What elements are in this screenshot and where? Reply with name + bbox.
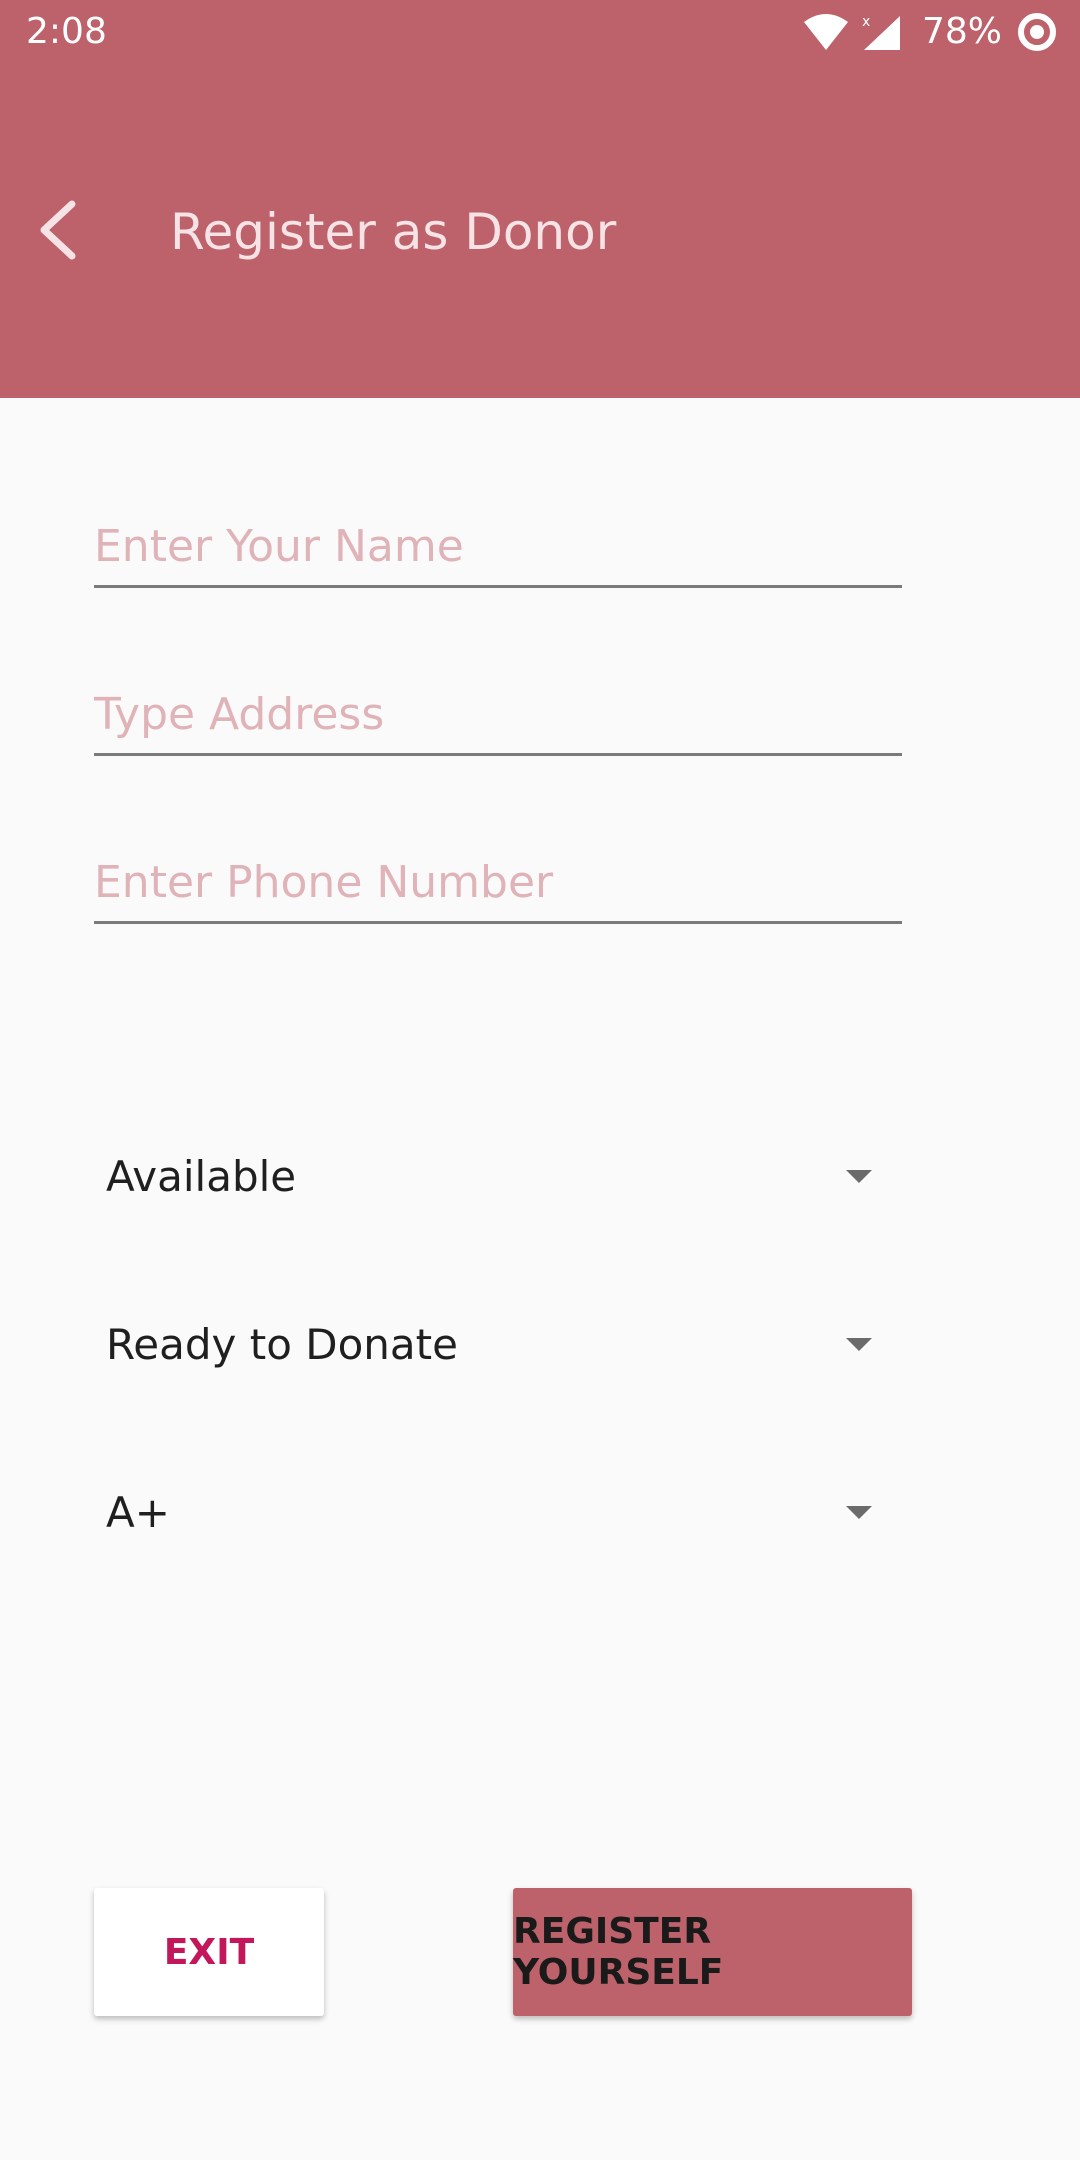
availability-value: Available — [106, 1151, 297, 1201]
register-button[interactable]: REGISTER YOURSELF — [513, 1888, 912, 2016]
back-button[interactable] — [30, 196, 86, 264]
blood-group-value: A+ — [106, 1487, 170, 1537]
signal-icon: x — [860, 12, 904, 52]
name-field[interactable] — [94, 508, 902, 588]
phone-input[interactable] — [94, 844, 902, 920]
blood-group-spinner[interactable]: A+ — [94, 1462, 874, 1562]
battery-percentage: 78% — [921, 11, 1002, 52]
availability-spinner[interactable]: Available — [94, 1126, 874, 1226]
back-arrow-icon — [40, 200, 76, 260]
app-bar: 2:08 x 78% Register as Donor — [0, 0, 1080, 398]
wifi-icon — [802, 12, 850, 52]
donation-status-value: Ready to Donate — [106, 1319, 458, 1369]
dropdown-arrow-icon — [846, 1170, 872, 1183]
donation-status-spinner[interactable]: Ready to Donate — [94, 1294, 874, 1394]
phone-field[interactable] — [94, 844, 902, 924]
address-input[interactable] — [94, 676, 902, 752]
status-icons: x 78% — [802, 8, 1058, 56]
status-time: 2:08 — [26, 11, 107, 52]
dropdown-arrow-icon — [846, 1506, 872, 1519]
address-field[interactable] — [94, 676, 902, 756]
name-input[interactable] — [94, 508, 902, 584]
svg-text:x: x — [862, 14, 870, 30]
dropdown-arrow-icon — [846, 1338, 872, 1351]
exit-button[interactable]: EXIT — [94, 1888, 324, 2016]
battery-icon — [1016, 11, 1058, 53]
page-title: Register as Donor — [170, 203, 617, 261]
